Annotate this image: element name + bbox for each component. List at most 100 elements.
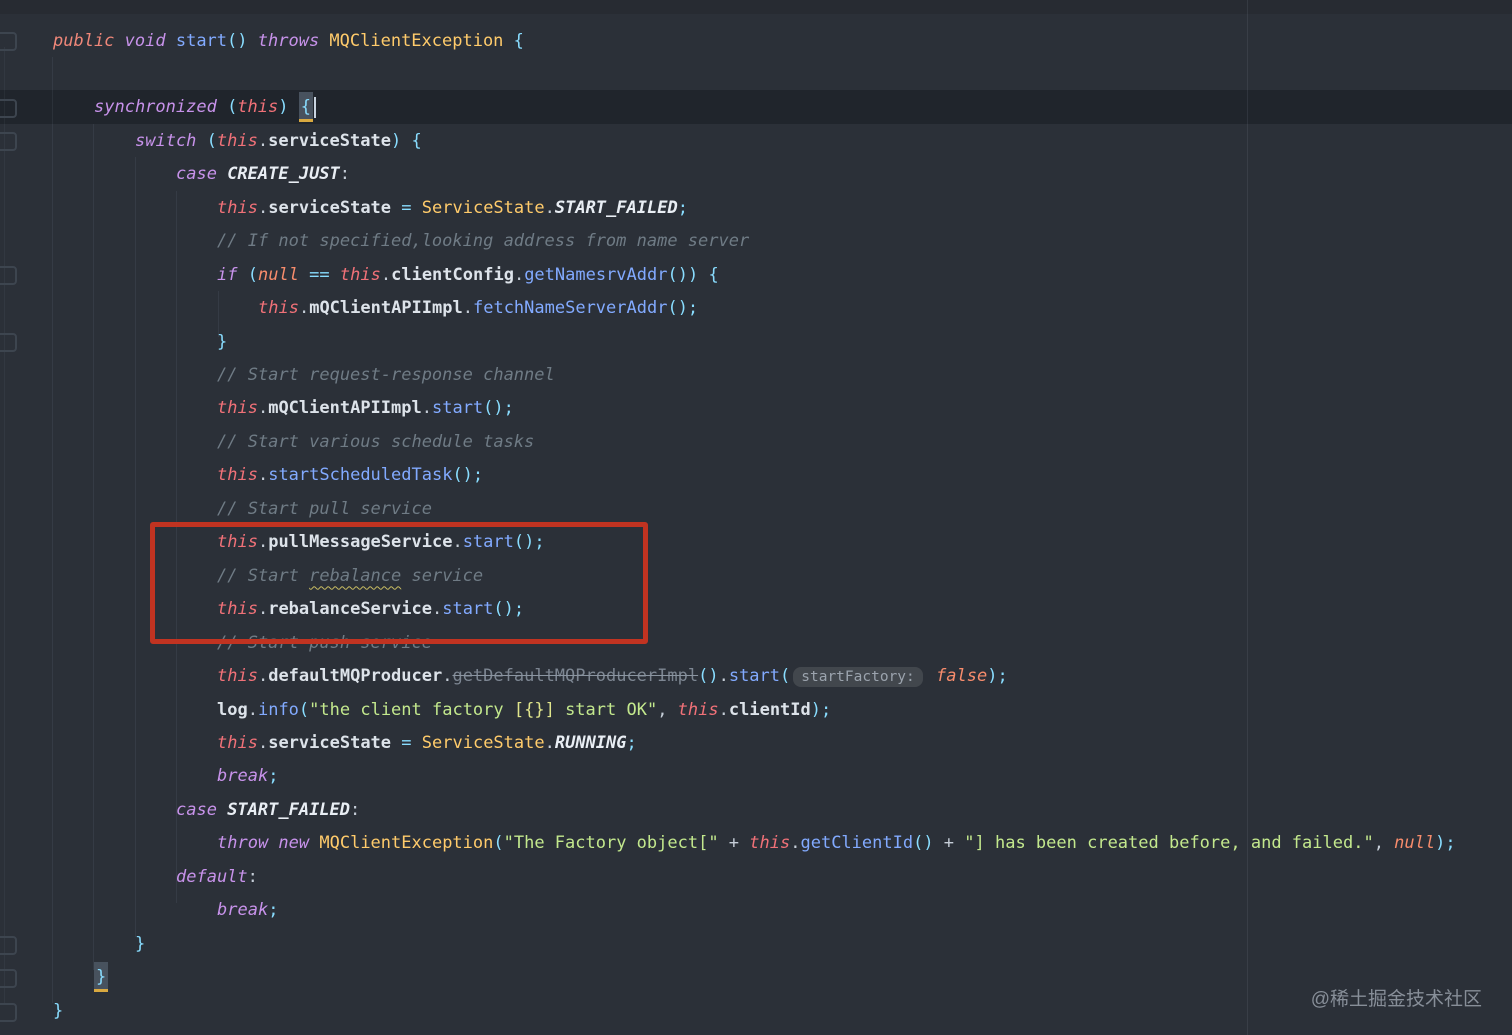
annotation-highlight-box [150, 522, 648, 644]
code-token: (); [483, 398, 514, 419]
code-line: } [94, 960, 109, 994]
code-token: () [698, 666, 719, 687]
code-token: . [790, 833, 801, 854]
code-token: START_FAILED [227, 799, 351, 820]
code-token: . [257, 398, 269, 419]
code-token: // Start request-response channel [217, 365, 555, 385]
code-token: this [217, 666, 258, 687]
code-token: . [257, 465, 269, 486]
code-token: . [257, 130, 269, 151]
fold-marker-icon[interactable] [0, 99, 17, 118]
code-token: ; [677, 197, 688, 218]
code-line: } [53, 994, 63, 1028]
code-line: // If not specified,looking address from… [217, 224, 749, 258]
code-token: mQClientAPIImpl [309, 298, 463, 319]
code-token: ) [278, 97, 289, 118]
code-token: { [298, 92, 314, 123]
code-token: this [339, 264, 381, 285]
parameter-hint: startFactory: [793, 667, 923, 688]
code-line: throw new MQClientException("The Factory… [217, 826, 1456, 860]
code-token: (); [667, 298, 699, 319]
code-token: this [677, 699, 719, 720]
code-token: "the client factory [309, 699, 514, 720]
code-token: this [216, 130, 258, 151]
code-editor: public void start() throws MQClientExcep… [0, 0, 1512, 1035]
code-token: CREATE_JUST [227, 164, 340, 185]
code-token: MQClientException [319, 833, 494, 854]
code-token: : [339, 164, 351, 185]
code-token: ServiceState [421, 732, 545, 753]
code-token: . [544, 732, 555, 753]
code-token: start [728, 666, 781, 687]
fold-marker-icon[interactable] [0, 32, 17, 51]
code-token: ( [298, 699, 310, 720]
code-token: new [278, 833, 320, 854]
code-token: ( [247, 264, 258, 285]
fold-marker-icon[interactable] [0, 266, 17, 285]
code-token: synchronized [94, 97, 228, 118]
code-token: } [94, 962, 109, 993]
code-token: ( [206, 130, 217, 151]
code-token: . [718, 699, 729, 720]
indent-guide [93, 124, 94, 970]
code-token: { [411, 130, 422, 151]
code-token: clientId [728, 699, 811, 720]
code-token: this [217, 732, 258, 753]
code-line: if (null == this.clientConfig.getNamesrv… [217, 258, 719, 292]
fold-region-line [4, 47, 5, 1003]
fold-marker-icon[interactable] [0, 333, 17, 352]
code-token: this [749, 833, 791, 854]
code-token: // Start pull service [217, 498, 432, 519]
code-token: ( [493, 833, 504, 854]
code-token: ; [268, 900, 279, 921]
code-token: ; [268, 766, 279, 787]
code-token: start OK" [554, 699, 658, 720]
code-token: ); [987, 666, 1008, 687]
code-token: == [309, 264, 330, 285]
code-line: this.defaultMQProducer.getDefaultMQProdu… [217, 659, 1008, 693]
code-token: getNamesrvAddr [524, 264, 668, 285]
code-line: case START_FAILED: [176, 793, 360, 827]
code-token: "] has been created before, and failed." [964, 833, 1374, 854]
code-line: } [217, 325, 227, 359]
code-token: . [421, 398, 432, 419]
code-token: start [175, 30, 228, 51]
code-token: // Start various schedule tasks [217, 431, 535, 452]
fold-marker-icon[interactable] [0, 1003, 17, 1022]
code-token: mQClientAPIImpl [268, 398, 422, 419]
code-token: ); [810, 699, 832, 720]
code-token: ) [390, 130, 402, 151]
code-token: . [257, 666, 269, 687]
code-token: ( [780, 666, 791, 687]
code-token: . [442, 666, 453, 687]
code-token: break [217, 766, 269, 787]
code-token: break [217, 900, 269, 921]
code-token: ( [227, 97, 238, 118]
code-token: RUNNING [554, 732, 627, 753]
code-line: break; [217, 759, 278, 793]
code-token: public [53, 30, 125, 51]
fold-marker-icon[interactable] [0, 132, 17, 151]
fold-marker-icon[interactable] [0, 969, 17, 988]
code-token: } [53, 1000, 64, 1021]
code-token: "The Factory object[" [503, 833, 719, 854]
code-token: . [380, 264, 392, 285]
code-token: start [431, 398, 484, 419]
fold-marker-icon[interactable] [0, 936, 17, 955]
code-token: . [247, 699, 258, 720]
code-token: . [257, 732, 269, 753]
code-token: , [657, 699, 678, 720]
code-token: = [401, 732, 412, 753]
code-token: throw [217, 833, 279, 854]
code-token: + [933, 833, 965, 854]
watermark: @稀土掘金技术社区 [1310, 989, 1482, 1010]
code-token: . [298, 298, 310, 319]
code-line: } [135, 927, 145, 961]
